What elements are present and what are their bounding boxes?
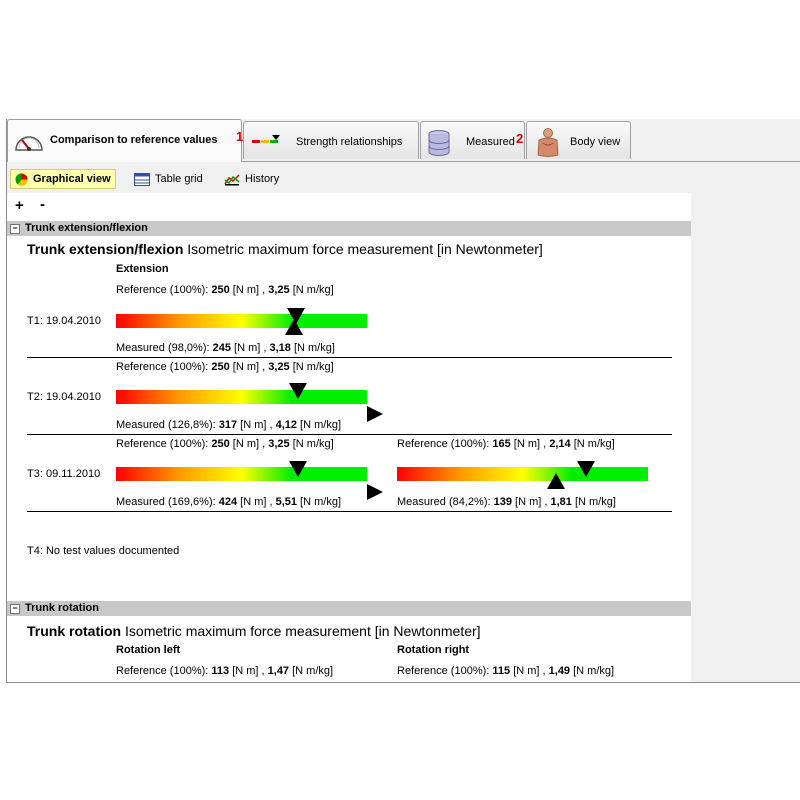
page: { "tabs": [ {"label": "Comparison to ref… <box>0 0 800 800</box>
comparison-bar-t1 <box>116 314 367 328</box>
test-date-t1: T1: 19.04.2010 <box>27 315 102 327</box>
column-label-rotation-right: Rotation right <box>397 644 470 656</box>
collapse-all-button[interactable]: - <box>40 196 45 213</box>
tab-measured-number: 2 <box>516 131 524 146</box>
section-header-label: Trunk rotation <box>25 602 99 614</box>
reference-marker-t2 <box>289 383 307 399</box>
table-grid-button[interactable]: Table grid <box>130 169 207 189</box>
content-area: + - − Trunk extension/flexion Trunk exte… <box>7 193 691 682</box>
table-icon <box>134 172 150 186</box>
tab-body-view-label: Body view <box>570 136 621 148</box>
tab-body-view[interactable]: Body view <box>526 121 631 159</box>
expand-all-button[interactable]: + <box>15 197 24 214</box>
measured-marker-t3-right <box>547 473 565 489</box>
comparison-bar-t3-right <box>397 467 648 481</box>
tab-measured-label: Measured <box>466 136 515 148</box>
section-title-rest: Isometric maximum force measurement [in … <box>183 241 543 257</box>
side-panel <box>691 193 800 682</box>
measured-text-t1: Measured (98,0%): 245 [N m] , 3,18 [N m/… <box>116 342 335 354</box>
body-icon <box>537 128 559 157</box>
section-header-trunk-extension[interactable]: − Trunk extension/flexion <box>7 221 691 236</box>
history-label: History <box>245 173 280 185</box>
graphical-view-button[interactable]: Graphical view <box>10 169 116 189</box>
section-title-bold: Trunk rotation <box>27 623 122 639</box>
tab-measured[interactable]: Measured 2 <box>420 121 525 159</box>
overflow-marker-t2 <box>367 406 383 422</box>
section-title-rest: Isometric maximum force measurement [in … <box>121 623 481 639</box>
app-window: Comparison to reference values 1 Strengt… <box>6 119 800 683</box>
reference-text-right: Reference (100%): 115 [N m] , 1,49 [N m/… <box>397 665 615 677</box>
bars-icon <box>252 135 280 143</box>
tab-strength-label: Strength relationships <box>296 136 403 148</box>
section-header-trunk-rotation[interactable]: − Trunk rotation <box>7 601 691 616</box>
graphical-view-label: Graphical view <box>33 173 111 185</box>
column-label-rotation-left: Rotation left <box>116 644 181 656</box>
measured-text-t2: Measured (126,8%): 317 [N m] , 4,12 [N m… <box>116 419 342 431</box>
tab-comparison-label: Comparison to reference values <box>50 134 218 146</box>
overflow-marker-t3 <box>367 484 383 500</box>
tab-comparison[interactable]: Comparison to reference values 1 <box>7 119 243 162</box>
reference-marker-t3-right <box>577 461 595 477</box>
reference-text: Reference (100%): 250 [N m] , 3,25 [N m/… <box>116 361 334 373</box>
section-title-bold: Trunk extension/flexion <box>27 241 184 257</box>
section-title: Trunk extension/flexion Isometric maximu… <box>27 241 543 257</box>
reference-text: Reference (100%): 250 [N m] , 3,25 [N m/… <box>116 284 334 296</box>
comparison-bar-t3 <box>116 467 367 481</box>
measured-text-t3: Measured (169,6%): 424 [N m] , 5,51 [N m… <box>116 496 342 508</box>
collapse-icon[interactable]: − <box>10 604 20 614</box>
history-button[interactable]: History <box>220 169 283 189</box>
tab-strength[interactable]: Strength relationships <box>243 121 419 159</box>
tab-bar: Comparison to reference values 1 Strengt… <box>7 119 800 162</box>
reference-text-right: Reference (100%): 165 [N m] , 2,14 [N m/… <box>397 438 615 450</box>
view-toolbar: Graphical view Table grid History <box>7 162 800 192</box>
test-date-t2: T2: 19.04.2010 <box>27 391 102 403</box>
reference-marker-t3 <box>289 461 307 477</box>
gauge-icon <box>15 136 43 151</box>
row-divider <box>27 434 672 435</box>
history-chart-icon <box>224 173 240 185</box>
row-divider <box>27 357 672 358</box>
row-divider <box>27 511 672 512</box>
test-date-t3: T3: 09.11.2010 <box>27 468 101 480</box>
measured-text-t3-right: Measured (84,2%): 139 [N m] , 1,81 [N m/… <box>397 496 616 508</box>
database-icon <box>428 130 450 156</box>
table-grid-label: Table grid <box>155 173 203 185</box>
reference-text-left: Reference (100%): 113 [N m] , 1,47 [N m/… <box>116 665 334 677</box>
reference-text: Reference (100%): 250 [N m] , 3,25 [N m/… <box>116 438 334 450</box>
measured-marker-t1 <box>285 319 303 335</box>
pie-chart-icon <box>15 173 28 186</box>
collapse-icon[interactable]: − <box>10 224 20 234</box>
section-header-label: Trunk extension/flexion <box>25 222 148 234</box>
comparison-bar-t2 <box>116 390 367 404</box>
column-label-extension: Extension <box>116 263 169 275</box>
test-t4-note: T4: No test values documented <box>27 545 180 557</box>
section-title: Trunk rotation Isometric maximum force m… <box>27 623 481 639</box>
